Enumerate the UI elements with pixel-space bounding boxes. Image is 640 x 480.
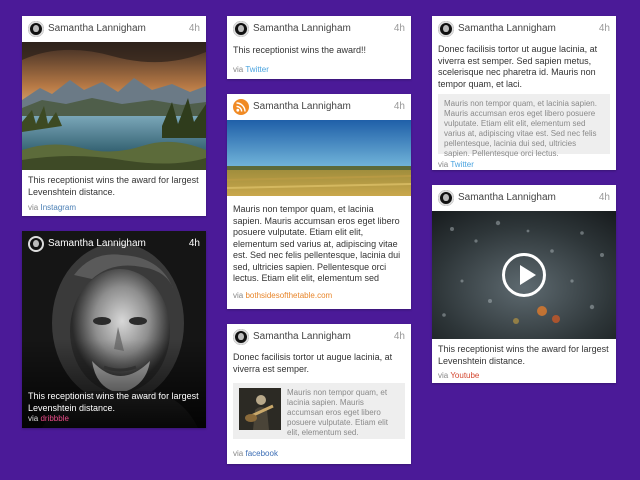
video-player[interactable] (432, 211, 616, 339)
author-name[interactable]: Samantha Lannigham (253, 101, 351, 112)
avatar[interactable] (28, 21, 44, 37)
post-text: Mauris non tempor quam, et lacinia sapie… (233, 204, 401, 286)
post-time: 4h (598, 23, 610, 34)
post-time: 4h (188, 23, 200, 34)
author-name[interactable]: Samantha Lannigham (48, 238, 146, 249)
author-name[interactable]: Samantha Lannigham (253, 23, 351, 34)
post-text: Donec facilisis tortor ut augue lacinia,… (233, 352, 393, 374)
landscape-image[interactable] (22, 42, 206, 170)
post-source: via Twitter (432, 160, 616, 169)
avatar[interactable] (438, 21, 454, 37)
post-header: Samantha Lannigham 4h (22, 16, 206, 42)
author-name[interactable]: Samantha Lannigham (458, 23, 556, 34)
play-icon[interactable] (502, 253, 546, 297)
source-link-twitter[interactable]: Twitter (245, 65, 269, 74)
rss-icon (233, 99, 249, 115)
source-link-twitter[interactable]: Twitter (450, 160, 474, 169)
via-label: via (233, 291, 244, 300)
post-card-dribbble[interactable]: Samantha Lannigham 4h This receptionist … (22, 231, 206, 428)
post-time: 4h (393, 101, 405, 112)
avatar[interactable] (28, 236, 44, 252)
avatar[interactable] (438, 190, 454, 206)
post-source: via Instagram (22, 203, 206, 212)
via-label: via (28, 414, 39, 423)
post-card-twitter-quote[interactable]: Samantha Lannigham 4h Donec facilisis to… (432, 16, 616, 170)
post-card-rss[interactable]: Samantha Lannigham 4h Mauris non tempor … (227, 94, 411, 309)
post-card-youtube[interactable]: Samantha Lannigham 4h This receptionist … (432, 185, 616, 383)
source-link-facebook[interactable]: facebook (245, 449, 277, 458)
post-text: Donec facilisis tortor ut augue lacinia,… (438, 44, 598, 89)
post-time: 4h (598, 192, 610, 203)
post-source: via facebook (227, 449, 411, 458)
embedded-quote[interactable]: Mauris non tempor quam, et lacinia sapie… (233, 383, 405, 439)
post-source: via Youtube (432, 371, 616, 380)
post-header: Samantha Lannigham 4h (432, 16, 616, 42)
embedded-quote[interactable]: Mauris non tempor quam, et lacinia sapie… (438, 94, 610, 158)
post-source: via Twitter (227, 65, 411, 74)
post-header: Samantha Lannigham 4h (22, 231, 206, 257)
post-time: 4h (188, 238, 200, 249)
via-label: via (438, 160, 449, 169)
via-label: via (233, 64, 244, 74)
author-name[interactable]: Samantha Lannigham (458, 192, 556, 203)
via-label: via (438, 371, 449, 380)
post-header: Samantha Lannigham 4h (227, 94, 411, 120)
quote-text: Mauris non tempor quam, et lacinia sapie… (444, 99, 597, 158)
avatar[interactable] (233, 329, 249, 345)
post-header: Samantha Lannigham 4h (227, 324, 411, 350)
post-source: via bothsidesofthetable.com (227, 291, 411, 300)
field-image[interactable] (227, 120, 411, 196)
avatar[interactable] (233, 21, 249, 37)
post-header: Samantha Lannigham 4h (227, 16, 411, 42)
via-label: via (28, 203, 39, 212)
post-text: This receptionist wins the award for lar… (28, 175, 199, 197)
guitarist-thumbnail (239, 388, 281, 430)
source-link-blog[interactable]: bothsidesofthetable.com (245, 291, 332, 300)
via-label: via (233, 449, 244, 458)
post-source: via dribbble (22, 414, 75, 423)
post-text: This receptionist wins the award for lar… (28, 391, 199, 413)
post-card-instagram[interactable]: Samantha Lannigham 4h This receptionist … (22, 16, 206, 216)
author-name[interactable]: Samantha Lannigham (48, 23, 146, 34)
source-link-instagram[interactable]: Instagram (40, 203, 76, 212)
post-time: 4h (393, 23, 405, 34)
post-header: Samantha Lannigham 4h (432, 185, 616, 211)
source-link-dribbble[interactable]: dribbble (40, 414, 68, 423)
source-link-youtube[interactable]: Youtube (450, 371, 479, 380)
post-time: 4h (393, 331, 405, 342)
post-card-twitter[interactable]: Samantha Lannigham 4h This receptionist … (227, 16, 411, 79)
post-text: This receptionist wins the award for lar… (438, 344, 609, 366)
author-name[interactable]: Samantha Lannigham (253, 331, 351, 342)
post-card-facebook[interactable]: Samantha Lannigham 4h Donec facilisis to… (227, 324, 411, 464)
quote-text: Mauris non tempor quam, et lacinia sapie… (287, 388, 388, 437)
post-text: This receptionist wins the award!! (233, 45, 367, 55)
